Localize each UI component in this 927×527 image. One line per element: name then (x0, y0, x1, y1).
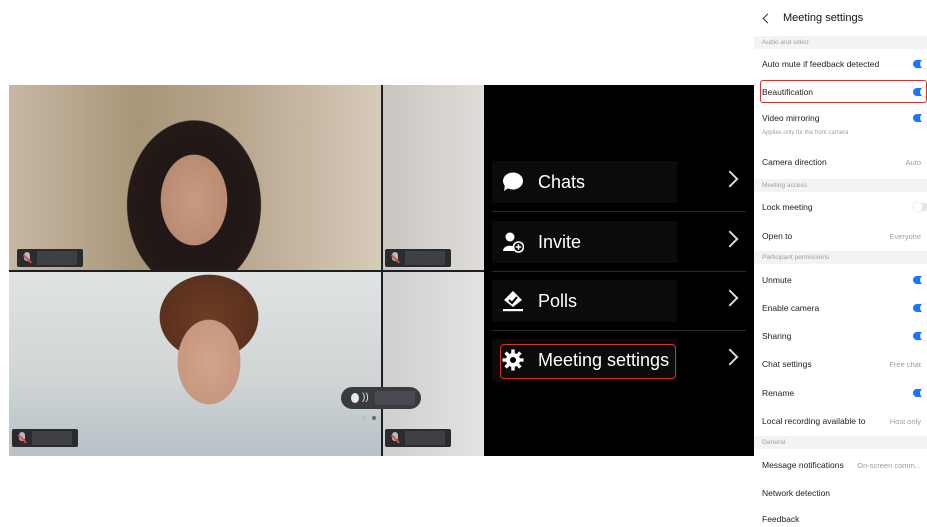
menu-item-chats[interactable]: Chats (492, 153, 746, 211)
setting-camera-direction[interactable]: Camera direction Auto (754, 152, 927, 172)
setting-label: Open to (762, 231, 793, 241)
setting-label: Enable camera (762, 303, 820, 313)
redacted-name (405, 431, 445, 445)
section-meeting-access: Meeting access (754, 179, 927, 192)
speaker-icon (351, 393, 359, 403)
setting-label: Camera direction (762, 157, 827, 167)
chevron-right-icon (721, 289, 739, 307)
setting-chat-settings[interactable]: Chat settings Free chat (754, 354, 927, 374)
video-tile-side-bottom[interactable] (383, 272, 484, 456)
setting-rename[interactable]: Rename (754, 383, 927, 403)
setting-local-recording[interactable]: Local recording available to Host only (754, 411, 927, 431)
setting-hint: Applies only for the front camera (762, 130, 849, 136)
setting-sharing[interactable]: Sharing (754, 326, 927, 346)
setting-label: Unmute (762, 275, 792, 285)
gear-icon (502, 349, 524, 371)
active-speaker-pill: )) (341, 387, 421, 409)
setting-feedback[interactable]: Feedback (754, 511, 927, 527)
mic-muted-icon (391, 252, 399, 264)
page-title: Meeting settings (783, 12, 864, 24)
toggle-unmute[interactable] (913, 275, 927, 285)
highlight-annotation (760, 80, 927, 103)
setting-label: Sharing (762, 331, 792, 341)
mic-muted-icon (391, 432, 399, 444)
setting-label: Video mirroring (762, 113, 820, 123)
menu-item-label: Polls (538, 290, 578, 311)
setting-label: Feedback (762, 514, 800, 524)
toggle-video-mirroring[interactable] (913, 113, 927, 123)
mic-muted-icon (18, 432, 26, 444)
chevron-right-icon (721, 230, 739, 248)
toggle-rename[interactable] (913, 388, 927, 398)
video-tile-participant-man[interactable] (9, 272, 381, 456)
sound-wave-icon: )) (362, 392, 369, 403)
redacted-name (405, 251, 445, 265)
menu-item-invite[interactable]: Invite (492, 213, 746, 271)
meeting-settings-panel: Meeting settings Audio and video Auto mu… (754, 0, 927, 527)
chevron-right-icon (721, 170, 739, 188)
chevron-right-icon (721, 348, 739, 366)
setting-label: Rename (762, 388, 795, 398)
setting-enable-camera[interactable]: Enable camera (754, 298, 927, 318)
setting-open-to[interactable]: Open to Everyone (754, 226, 927, 246)
setting-video-mirroring[interactable]: Video mirroring (754, 108, 927, 128)
redacted-name (374, 391, 415, 405)
setting-value: Everyone (889, 231, 921, 241)
menu-item-label: Invite (538, 231, 582, 252)
page-dot (372, 416, 376, 420)
setting-value: Auto (905, 157, 921, 167)
setting-label: Local recording available to (762, 416, 866, 426)
page-dot-active (362, 416, 366, 420)
redacted-name (32, 431, 72, 445)
poll-icon (503, 291, 523, 312)
setting-label: Chat settings (762, 359, 812, 369)
section-general: General (754, 436, 927, 449)
setting-unmute[interactable]: Unmute (754, 270, 927, 290)
participant-name-tag (385, 429, 451, 447)
setting-video-mirroring-hint: Applies only for the front camera (754, 128, 927, 138)
participant-name-tag (17, 249, 83, 267)
toggle-enable-camera[interactable] (913, 303, 927, 313)
video-tile-participant-woman[interactable] (9, 85, 381, 270)
setting-network-detection[interactable]: Network detection (754, 483, 927, 503)
redacted-name (37, 251, 77, 265)
back-arrow-icon[interactable] (762, 13, 773, 23)
toggle-lock-meeting[interactable] (913, 202, 927, 212)
setting-value: Host only (889, 416, 921, 426)
menu-item-polls[interactable]: Polls (492, 272, 746, 330)
divider (492, 211, 746, 212)
setting-value: On-screen comm... (857, 460, 921, 470)
participant-name-tag (385, 249, 451, 267)
setting-lock-meeting[interactable]: Lock meeting (754, 197, 927, 217)
page-indicator (362, 416, 376, 420)
setting-value: Free chat (889, 359, 921, 369)
toggle-sharing[interactable] (913, 331, 927, 341)
setting-label: Lock meeting (762, 202, 813, 212)
chat-bubble-icon (503, 172, 523, 191)
setting-label: Network detection (762, 488, 831, 498)
add-user-icon (503, 232, 524, 253)
section-audio-video: Audio and video (754, 36, 927, 49)
toggle-auto-mute[interactable] (913, 59, 927, 69)
more-menu-panel: Chats Invite Polls Meeting settings (484, 85, 754, 456)
settings-header: Meeting settings (754, 6, 927, 30)
video-tile-side-top[interactable] (383, 85, 484, 270)
setting-label: Auto mute if feedback detected (762, 59, 880, 69)
setting-auto-mute[interactable]: Auto mute if feedback detected (754, 54, 927, 74)
setting-label: Message notifications (762, 460, 844, 470)
section-participant-permissions: Participant permissions (754, 251, 927, 264)
menu-item-label: Chats (538, 171, 586, 192)
menu-item-label: Meeting settings (538, 349, 670, 370)
setting-message-notifications[interactable]: Message notifications On-screen comm... (754, 455, 927, 475)
participant-name-tag (12, 429, 78, 447)
mic-muted-icon (23, 252, 31, 264)
